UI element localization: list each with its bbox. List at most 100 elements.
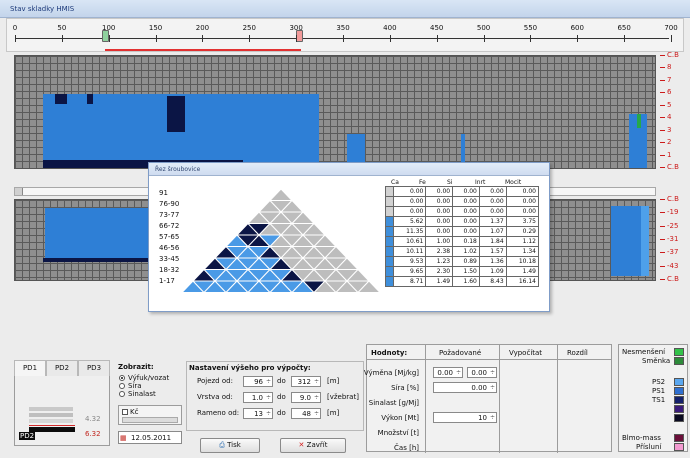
triangle-cell <box>268 189 294 201</box>
row-indicator <box>385 196 394 207</box>
storage-grid-top[interactable] <box>14 55 656 169</box>
ruler-tick <box>577 35 579 42</box>
settings-from-input[interactable]: 13 <box>243 408 273 419</box>
table-cell: 1.02 <box>452 246 480 257</box>
display-option-label-1: Výfuk/vozat <box>128 374 170 382</box>
material-dense-b <box>87 94 93 104</box>
values-row-label: Množství [t] <box>377 429 419 437</box>
pd-mini-top: 4.32 <box>85 415 101 423</box>
legend-item-6: Přísluní <box>636 443 662 451</box>
popup-col-header: Si <box>447 179 453 186</box>
row-indicator <box>385 256 394 267</box>
table-cell: 0.89 <box>452 256 480 267</box>
ruler-tick-label: 350 <box>336 24 350 32</box>
settings-unit: [m] <box>327 377 340 385</box>
table-cell: 1.36 <box>478 256 507 267</box>
settings-to-input[interactable]: 312 <box>291 376 321 387</box>
legend-swatch-blue <box>674 387 684 395</box>
date-filter-checkbox[interactable] <box>122 409 128 415</box>
legend-swatch-darkgreen <box>674 357 684 365</box>
table-cell: 2.30 <box>425 266 454 277</box>
tab-pd3[interactable]: PD3 <box>78 360 110 376</box>
table-cell: 9.53 <box>392 256 427 267</box>
settings-to-input[interactable]: 9.0 <box>291 392 321 403</box>
popup-row-label: 66-72 <box>159 222 180 230</box>
table-row: 10.61 1.00 0.18 1.84 1.12 <box>385 236 540 247</box>
display-option-label-2: Síra <box>128 382 142 390</box>
table-cell: 1.07 <box>478 226 507 237</box>
settings-to-input[interactable]: 48 <box>291 408 321 419</box>
table-row: 0.00 0.00 0.00 0.00 0.00 <box>385 196 540 207</box>
table-cell: 1.12 <box>505 236 540 247</box>
slider-thumb[interactable] <box>15 188 23 195</box>
popup-row-label: 91 <box>159 189 168 197</box>
tab-pd1[interactable]: PD1 <box>14 360 46 376</box>
legend-item-2: PS2 <box>652 378 666 386</box>
calendar-icon[interactable]: ▦ <box>120 434 127 442</box>
ruler-tick <box>249 35 251 42</box>
display-option-radio-2[interactable] <box>119 383 125 389</box>
table-cell: 0.18 <box>452 236 480 247</box>
ruler-tick-label: 600 <box>570 24 584 32</box>
table-cell: 0.29 <box>505 226 540 237</box>
material-fill-left <box>45 103 69 168</box>
ruler-tick <box>202 35 204 42</box>
window-title: Stav skladky HMIS <box>10 5 75 13</box>
table-cell: 0.00 <box>505 206 540 217</box>
settings-from-input[interactable]: 1.0 <box>243 392 273 403</box>
ruler-tick <box>624 35 626 42</box>
sulfur-input[interactable]: 0.00 <box>433 382 497 393</box>
table-cell: 0.00 <box>425 186 454 197</box>
bottom-fill-right <box>611 206 645 276</box>
material-green-marker <box>637 114 641 128</box>
ruler-tick-label: 100 <box>102 24 116 32</box>
energy-to-input[interactable]: 0.00 <box>467 367 497 378</box>
energy-from-input[interactable]: 0.00 <box>433 367 463 378</box>
table-cell: 16.14 <box>505 276 540 287</box>
table-cell: 0.00 <box>392 206 427 217</box>
settings-to-label: do <box>277 409 286 417</box>
ruler-tick-label: 450 <box>430 24 444 32</box>
display-option-label-3: Sinalast <box>128 390 156 398</box>
table-cell: 8.43 <box>478 276 507 287</box>
close-button[interactable]: ✕ Zavřít <box>280 438 346 453</box>
print-button[interactable]: ⎙ Tisk <box>200 438 260 453</box>
row-indicator <box>385 276 394 287</box>
table-cell: 0.00 <box>478 196 507 207</box>
values-panel: Hodnoty: Požadované Vypočítat Rozdíl Vým… <box>364 344 612 453</box>
popup-title: Řez šroubovice <box>155 166 201 173</box>
table-cell: 10.18 <box>505 256 540 267</box>
popup-row-label: 1-17 <box>159 277 175 285</box>
legend-swatch-lightblue <box>674 378 684 386</box>
ruler-tick <box>483 35 485 42</box>
close-button-label: Zavřít <box>306 441 328 449</box>
settings-from-input[interactable]: 96 <box>243 376 273 387</box>
table-cell: 0.00 <box>505 196 540 207</box>
table-cell: 8.71 <box>392 276 427 287</box>
popup-row-label: 33-45 <box>159 255 180 263</box>
legend-swatch-purple <box>674 405 684 413</box>
table-cell: 2.38 <box>425 246 454 257</box>
display-option-radio-3[interactable] <box>119 391 125 397</box>
power-input[interactable]: 10 <box>433 412 497 423</box>
legend-item-5: Blmo-mass <box>622 434 661 442</box>
display-option-radio-1[interactable] <box>119 375 125 381</box>
close-icon: ✕ <box>298 441 305 449</box>
tab-pd2[interactable]: PD2 <box>46 360 78 376</box>
row-indicator <box>385 246 394 257</box>
table-cell: 0.00 <box>425 226 454 237</box>
settings-to-label: do <box>277 393 286 401</box>
values-row-label: Výkon [Mt] <box>381 414 419 422</box>
table-row: 9.65 2.30 1.50 1.09 1.49 <box>385 266 540 277</box>
table-cell: 0.00 <box>392 186 427 197</box>
date-field[interactable]: ▦ 12.05.2011 <box>118 431 182 444</box>
legend-item-0: Nesmenšení <box>622 348 666 356</box>
cross-section-popup[interactable]: Řez šroubovice 91 76-90 73-77 66-72 57-65 46-… <box>148 162 550 312</box>
table-cell: 1.49 <box>425 276 454 287</box>
table-cell: 1.49 <box>505 266 540 277</box>
ruler-tick-label: 150 <box>148 24 163 32</box>
table-cell: 10.61 <box>392 236 427 247</box>
position-ruler[interactable]: 0 50 100 150 200 250 300 350 400 450 500 550 600 650 7… <box>6 18 684 52</box>
legend-swatch-pink <box>674 443 684 451</box>
popup-row-label: 57-65 <box>159 233 180 241</box>
